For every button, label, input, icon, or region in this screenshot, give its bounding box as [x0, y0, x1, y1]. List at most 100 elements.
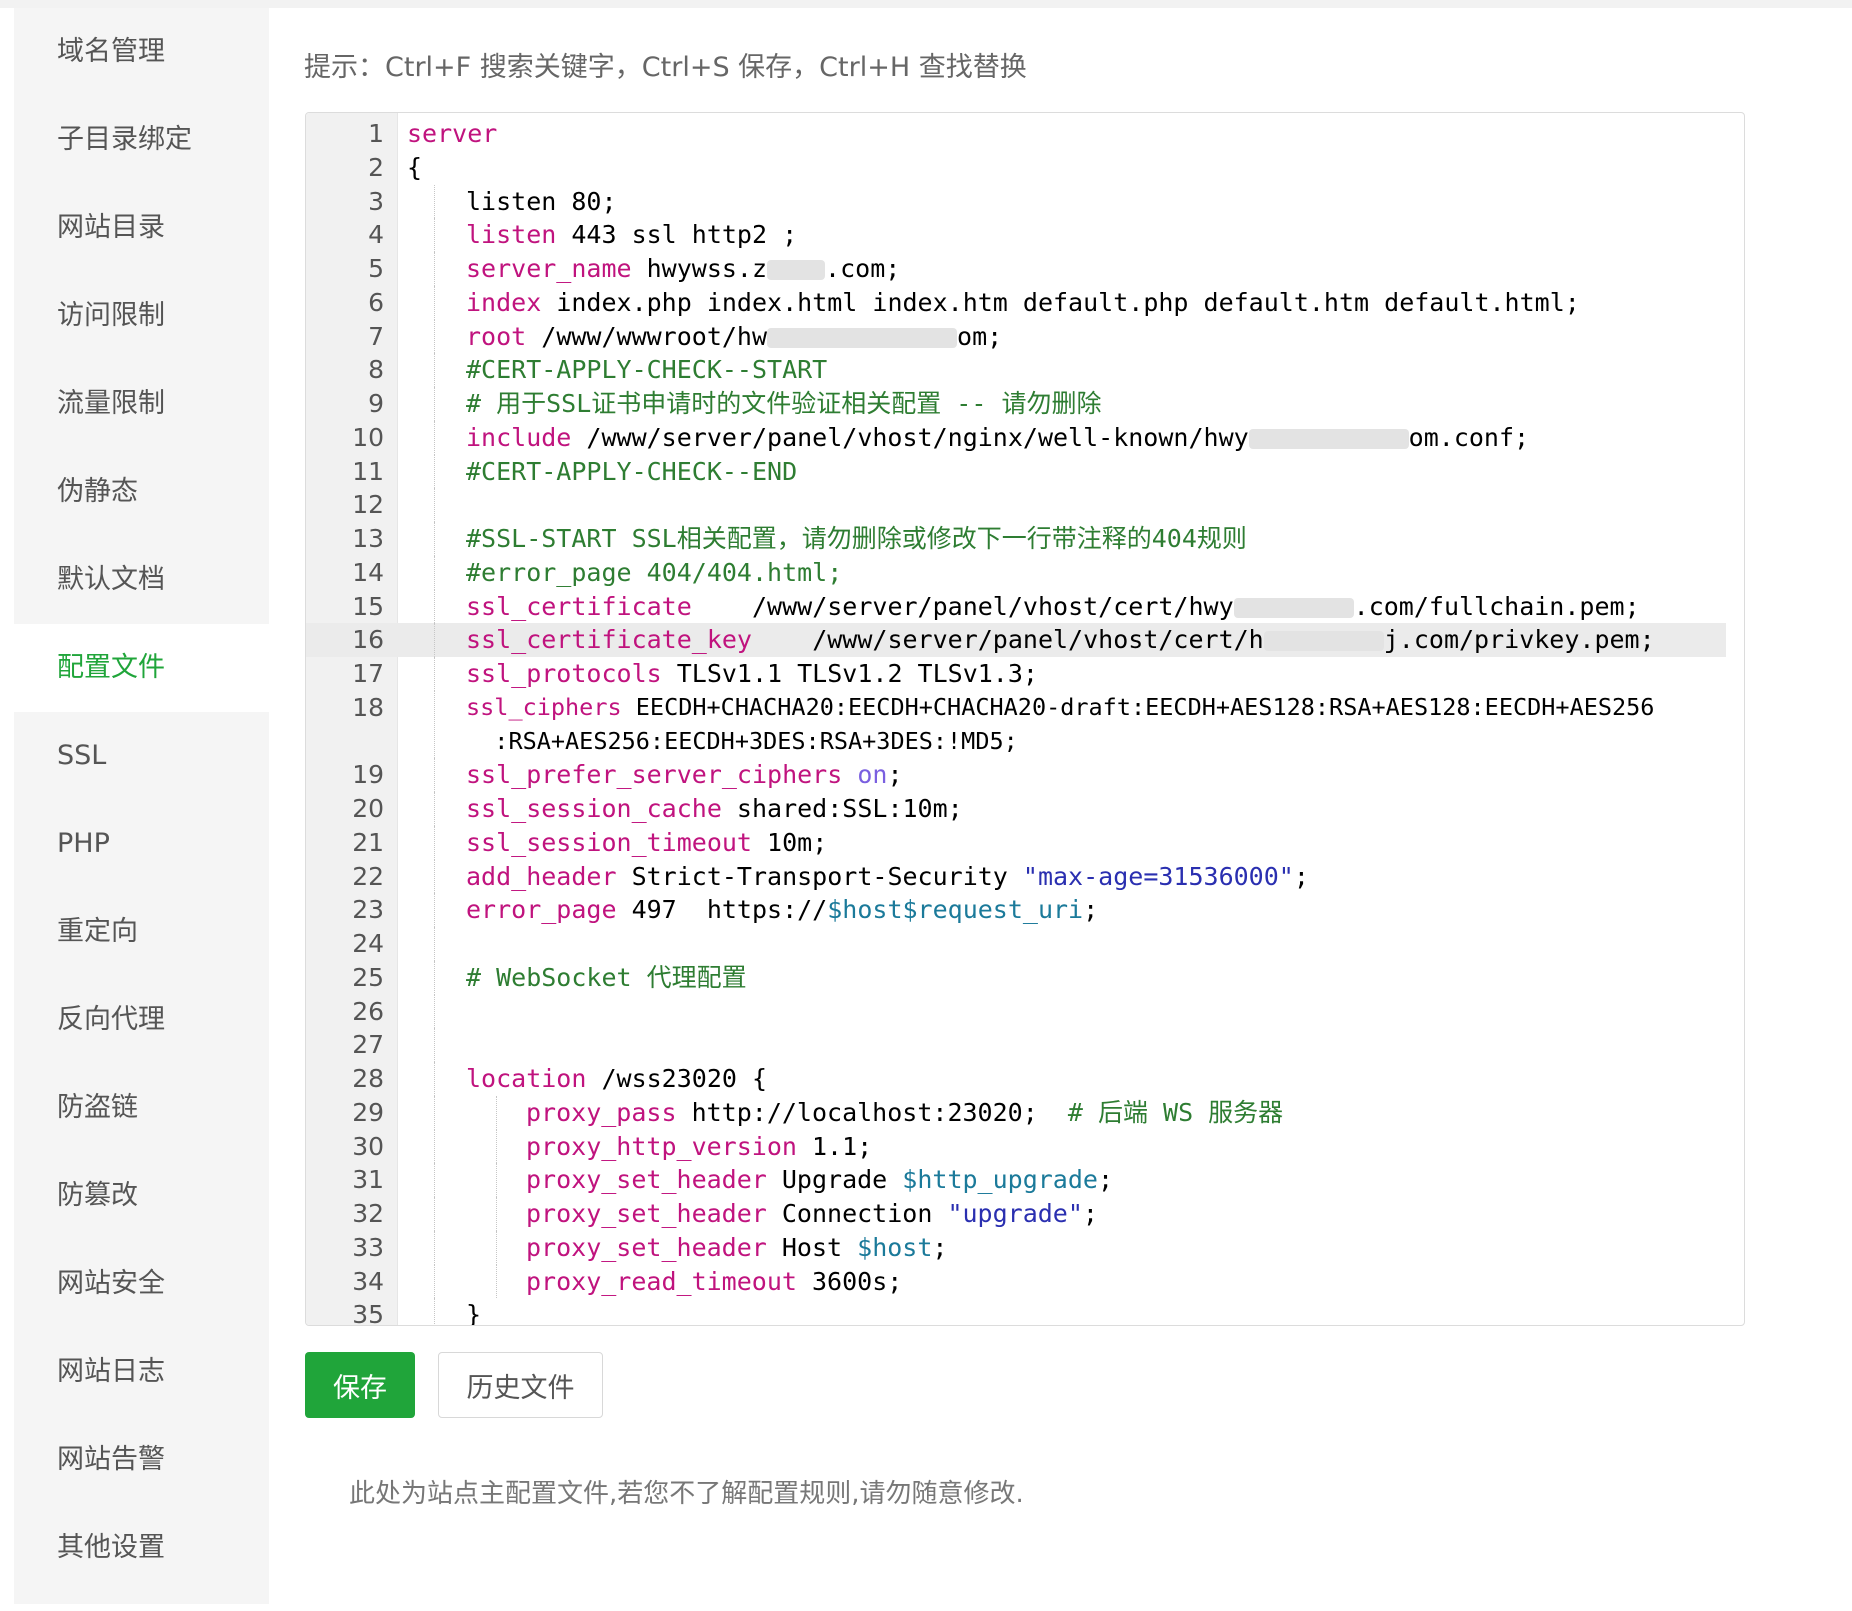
- code-line[interactable]: 31 proxy_set_header Upgrade $http_upgrad…: [306, 1163, 1726, 1197]
- line-number: 2: [368, 152, 384, 182]
- line-text: listen 80;: [466, 186, 617, 216]
- line-number: 10: [352, 422, 384, 452]
- line-text: }: [466, 1300, 482, 1326]
- line-number: 23: [352, 895, 384, 925]
- code-area[interactable]: 1 server 2 { 3 listen 80; 4 listen 443 s…: [306, 117, 1726, 1326]
- history-file-button[interactable]: 历史文件: [438, 1352, 603, 1418]
- code-line[interactable]: 24: [306, 927, 1726, 961]
- code-line[interactable]: 15 ssl_certificate /www/server/panel/vho…: [306, 589, 1726, 624]
- sidebar-item-domain[interactable]: 域名管理: [14, 8, 269, 96]
- sidebar-item-redirect[interactable]: 重定向: [14, 888, 269, 976]
- line-number: 11: [352, 456, 384, 486]
- line-text: index index.php index.html index.htm def…: [466, 287, 1580, 317]
- code-line[interactable]: 17 ssl_protocols TLSv1.1 TLSv1.2 TLSv1.3…: [306, 657, 1726, 691]
- code-line[interactable]: 27: [306, 1028, 1726, 1062]
- line-text: # WebSocket 代理配置: [466, 962, 747, 992]
- line-text: server: [407, 119, 498, 148]
- code-line[interactable]: 13 #SSL-START SSL相关配置，请勿删除或修改下一行带注释的404规…: [306, 522, 1726, 556]
- code-line[interactable]: 26: [306, 994, 1726, 1029]
- code-line[interactable]: 8 #CERT-APPLY-CHECK--START: [306, 353, 1726, 387]
- sidebar-item-php[interactable]: PHP: [14, 800, 269, 888]
- sidebar-item-site-security[interactable]: 网站安全: [14, 1240, 269, 1328]
- code-line[interactable]: 35 }: [306, 1298, 1726, 1326]
- line-number: 16: [352, 625, 384, 655]
- redacted-text: [1233, 597, 1354, 618]
- code-line[interactable]: 19 ssl_prefer_server_ciphers on;: [306, 758, 1726, 792]
- line-text: proxy_set_header Connection "upgrade";: [526, 1199, 1098, 1228]
- top-bar: [0, 0, 1852, 8]
- line-text: ssl_session_cache shared:SSL:10m;: [466, 794, 963, 823]
- code-line[interactable]: 21 ssl_session_timeout 10m;: [306, 825, 1726, 860]
- line-number: 28: [352, 1064, 384, 1093]
- code-line[interactable]: 5 server_name hwywss.z .com;: [306, 252, 1726, 286]
- code-line[interactable]: 6 index index.php index.html index.htm d…: [306, 285, 1726, 320]
- code-line[interactable]: 7 root /www/wwwroot/hw om;: [306, 319, 1726, 354]
- code-line[interactable]: 11 #CERT-APPLY-CHECK--END: [306, 454, 1726, 489]
- line-text: root /www/wwwroot/hw om;: [466, 321, 1003, 351]
- save-button[interactable]: 保存: [305, 1352, 415, 1418]
- line-number: 24: [352, 929, 384, 958]
- redacted-text: [1248, 428, 1409, 449]
- code-line[interactable]: 2 {: [306, 151, 1726, 185]
- sidebar-item-traffic-limit[interactable]: 流量限制: [14, 360, 269, 448]
- sidebar-item-subdirectory[interactable]: 子目录绑定: [14, 96, 269, 184]
- line-number: 12: [352, 490, 384, 520]
- sidebar-item-access-limit[interactable]: 访问限制: [14, 272, 269, 360]
- sidebar-nav: 域名管理 子目录绑定 网站目录 访问限制 流量限制 伪静态 默认文档 配置文件 …: [14, 8, 269, 1604]
- line-number: 19: [352, 760, 384, 790]
- sidebar-item-other-settings[interactable]: 其他设置: [14, 1504, 269, 1592]
- sidebar-item-config-file[interactable]: 配置文件: [14, 624, 269, 712]
- line-number: 8: [368, 355, 384, 385]
- line-number: 29: [352, 1097, 384, 1127]
- code-line[interactable]: 25 # WebSocket 代理配置: [306, 960, 1726, 995]
- code-line[interactable]: 10 include /www/server/panel/vhost/nginx…: [306, 420, 1726, 455]
- code-line[interactable]: 32 proxy_set_header Connection "upgrade"…: [306, 1197, 1726, 1231]
- code-line[interactable]: 22 add_header Strict-Transport-Security …: [306, 859, 1726, 894]
- code-line-active[interactable]: 16 ssl_certificate_key /www/server/panel…: [306, 623, 1726, 657]
- code-line[interactable]: 4 listen 443 ssl http2 ;: [306, 218, 1726, 252]
- line-text: add_header Strict-Transport-Security "ma…: [466, 861, 1309, 891]
- code-line[interactable]: 18 ssl_ciphers EECDH+CHACHA20:EECDH+CHAC…: [306, 690, 1726, 759]
- code-line[interactable]: 3 listen 80;: [306, 184, 1726, 219]
- code-line[interactable]: 14 #error_page 404/404.html;: [306, 555, 1726, 590]
- line-number: 25: [352, 962, 384, 992]
- code-line[interactable]: 9 # 用于SSL证书申请时的文件验证相关配置 -- 请勿删除: [306, 387, 1726, 421]
- code-line[interactable]: 28 location /wss23020 {: [306, 1062, 1726, 1096]
- line-number: 32: [352, 1199, 384, 1228]
- sidebar-item-reverse-proxy[interactable]: 反向代理: [14, 976, 269, 1064]
- line-number: 18: [352, 692, 384, 722]
- line-text: ssl_ciphers EECDH+CHACHA20:EECDH+CHACHA2…: [466, 692, 1655, 755]
- code-line[interactable]: 1 server: [306, 117, 1726, 151]
- sidebar-item-tamper-proof[interactable]: 防篡改: [14, 1152, 269, 1240]
- line-number: 3: [368, 186, 384, 216]
- code-line[interactable]: 30 proxy_http_version 1.1;: [306, 1129, 1726, 1164]
- sidebar-item-site-logs[interactable]: 网站日志: [14, 1328, 269, 1416]
- line-text: location /wss23020 {: [466, 1064, 768, 1093]
- code-line[interactable]: 20 ssl_session_cache shared:SSL:10m;: [306, 792, 1726, 826]
- code-line[interactable]: 23 error_page 497 https://$host$request_…: [306, 893, 1726, 927]
- line-text: ssl_protocols TLSv1.1 TLSv1.2 TLSv1.3;: [466, 659, 1038, 688]
- line-number: 21: [352, 827, 384, 857]
- code-line[interactable]: 34 proxy_read_timeout 3600s;: [306, 1264, 1726, 1299]
- sidebar-item-site-alerts[interactable]: 网站告警: [14, 1416, 269, 1504]
- sidebar-item-rewrite[interactable]: 伪静态: [14, 448, 269, 536]
- code-line[interactable]: 12: [306, 488, 1726, 522]
- config-warning-note: 此处为站点主配置文件,若您不了解配置规则,请勿随意修改.: [349, 1479, 1024, 1509]
- line-number: 6: [368, 287, 384, 317]
- sidebar-item-default-doc[interactable]: 默认文档: [14, 536, 269, 624]
- line-number: 4: [368, 220, 384, 250]
- line-text: server_name hwywss.z .com;: [466, 254, 901, 283]
- line-text: #SSL-START SSL相关配置，请勿删除或修改下一行带注释的404规则: [466, 524, 1247, 553]
- line-number: 17: [352, 659, 384, 688]
- code-line[interactable]: 33 proxy_set_header Host $host;: [306, 1230, 1726, 1265]
- sidebar-item-site-directory[interactable]: 网站目录: [14, 184, 269, 272]
- sidebar-item-ssl[interactable]: SSL: [14, 712, 269, 800]
- code-line[interactable]: 29 proxy_pass http://localhost:23020; # …: [306, 1095, 1726, 1130]
- config-code-editor[interactable]: 1 server 2 { 3 listen 80; 4 listen 443 s…: [305, 112, 1745, 1326]
- sidebar-item-hotlink[interactable]: 防盗链: [14, 1064, 269, 1152]
- line-number: 15: [352, 591, 384, 621]
- line-number: 31: [352, 1165, 384, 1195]
- line-number: 27: [352, 1030, 384, 1060]
- line-number: 34: [352, 1266, 384, 1296]
- line-text: {: [407, 152, 423, 182]
